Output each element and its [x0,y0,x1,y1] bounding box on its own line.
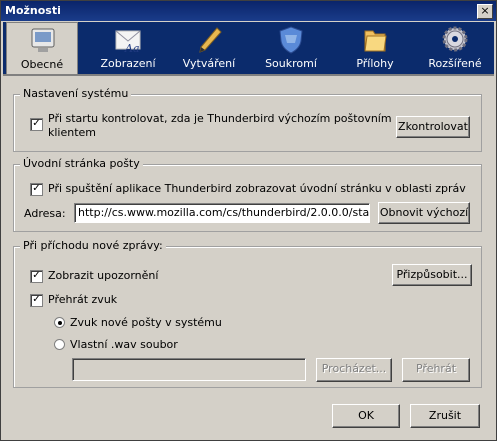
system-sound-label: Zvuk nové pošty v systému [70,316,222,329]
tab-composition[interactable]: Vytváření [173,22,245,74]
start-page-group: Úvodní stránka pošty ✓ Při spuštění apli… [13,157,482,232]
monitor-icon [31,28,55,52]
custom-wav-label: Vlastní .wav soubor [70,338,178,351]
tab-display-label: Zobrazení [100,57,156,70]
tab-composition-label: Vytváření [182,57,236,70]
svg-text:Aa: Aa [124,42,140,55]
restore-default-button[interactable]: Obnovit výchozí [378,202,470,224]
font-letter-icon: Aa [115,30,141,55]
tab-advanced[interactable]: Rozšířené [419,22,491,74]
title-bar[interactable]: Možnosti × [1,1,496,21]
system-settings-legend: Nastavení systému [20,87,132,100]
tab-general-label: Obecné [20,58,64,71]
tab-attachments-label: Přílohy [356,57,394,70]
cancel-button[interactable]: Zrušit [410,404,480,428]
play-sound-label: Přehrát zvuk [48,293,118,306]
close-button[interactable]: × [477,4,493,19]
show-alert-checkbox[interactable]: ✓ [30,270,43,283]
gear-icon [442,26,468,52]
toolbar-separator [3,74,494,76]
address-label: Adresa: [24,207,66,220]
browse-button[interactable]: Procházet... [316,358,392,382]
start-page-url-input[interactable]: http://cs.www.mozilla.com/cs/thunderbird… [74,203,370,223]
show-start-page-checkbox[interactable]: ✓ [30,183,43,196]
play-sound-checkbox[interactable]: ✓ [30,294,43,307]
shield-icon [279,26,303,54]
default-client-label-line1: Při startu kontrolovat, zda je Thunderbi… [48,112,392,125]
start-page-legend: Úvodní stránka pošty [20,157,143,170]
new-mail-legend: Při příchodu nové zprávy: [20,239,166,252]
wav-path-input[interactable] [72,358,306,381]
play-button[interactable]: Přehrát [402,358,470,382]
show-start-page-label: Při spuštění aplikace Thunderbird zobraz… [48,182,466,195]
pencil-icon [199,27,222,53]
window-title: Možnosti [5,4,61,17]
category-toolbar: Obecné Aa Zobrazení Vytváření Soukromí P… [3,22,494,74]
tab-general[interactable]: Obecné [6,22,78,74]
tab-advanced-label: Rozšířené [428,57,482,70]
system-settings-group: Nastavení systému ✓ Při startu kontrolov… [13,87,482,152]
custom-wav-radio[interactable] [54,339,65,350]
options-dialog: Možnosti × Obecné Aa Zobrazení Vytváření… [0,0,497,441]
folder-icon [364,30,387,52]
tab-display[interactable]: Aa Zobrazení [92,22,164,74]
new-mail-group: Při příchodu nové zprávy: ✓ Zobrazit upo… [13,239,482,388]
tab-attachments[interactable]: Přílohy [339,22,411,74]
tab-privacy-label: Soukromí [265,57,317,70]
default-client-checkbox[interactable]: ✓ [30,118,43,131]
show-alert-label: Zobrazit upozornění [48,269,159,282]
customize-alert-button[interactable]: Přizpůsobit... [392,264,472,286]
ok-button[interactable]: OK [332,404,400,428]
tab-privacy[interactable]: Soukromí [255,22,327,74]
check-now-button[interactable]: Zkontrolovat [396,116,470,138]
system-sound-radio[interactable] [54,317,65,328]
default-client-label-line2: klientem [48,126,97,139]
